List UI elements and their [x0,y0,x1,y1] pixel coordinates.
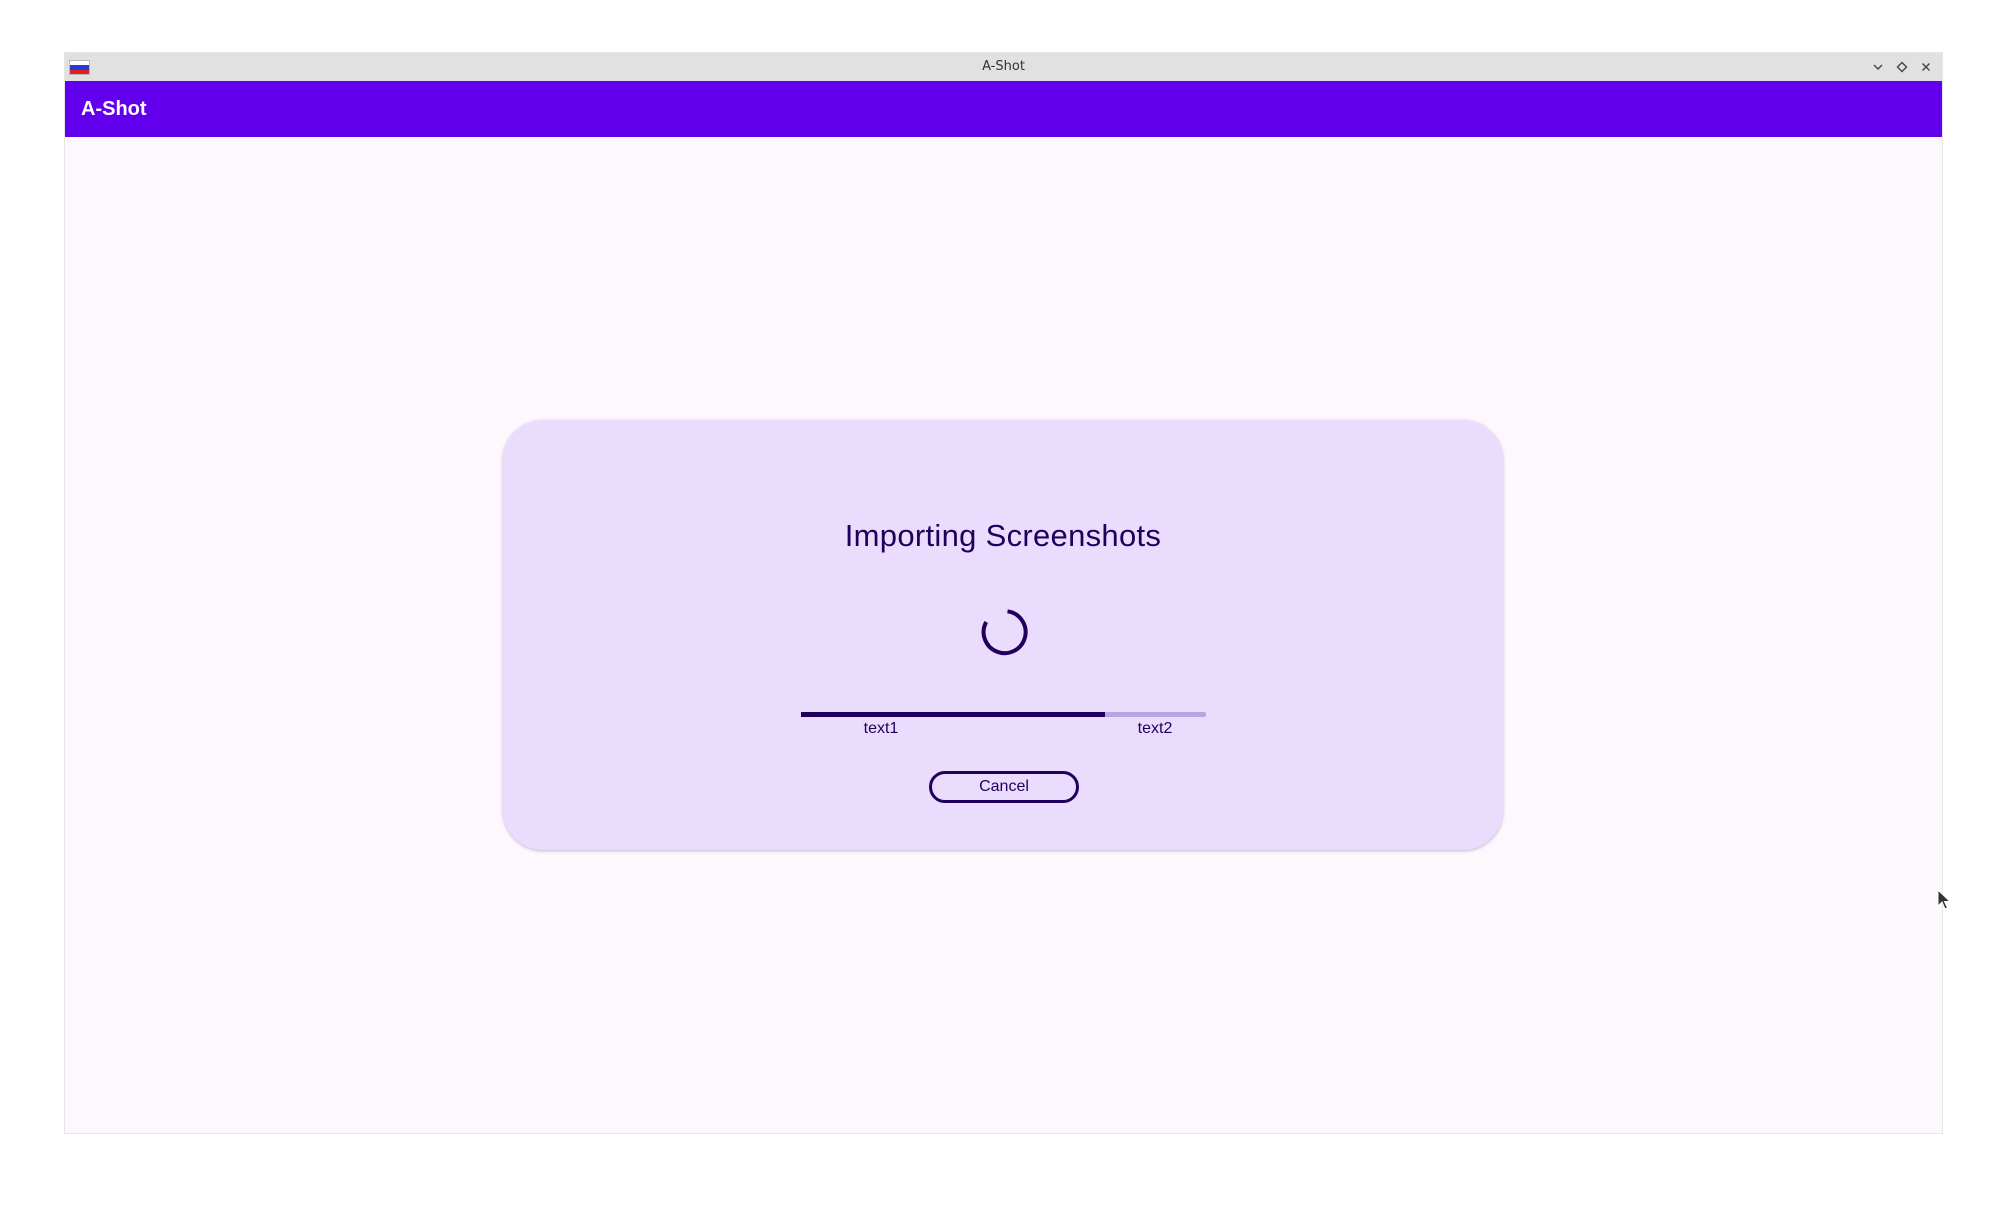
cancel-button[interactable]: Cancel [929,771,1079,803]
maximize-icon[interactable] [1892,57,1912,77]
app-window: A-Shot A-Shot Importing Screenshots text… [65,53,1942,1133]
progress-end-label: text2 [1137,720,1173,737]
window-titlebar[interactable]: A-Shot [65,53,1942,81]
progress-fill [801,712,1105,717]
app-title: A-Shot [81,98,147,120]
loading-spinner-icon [981,609,1028,656]
import-dialog-card: Importing Screenshots text1 text2 Cancel [503,420,1503,850]
window-controls [1868,53,1936,81]
close-icon[interactable] [1916,57,1936,77]
window-title: A-Shot [982,59,1025,74]
progress-start-label: text1 [863,720,899,737]
app-bar: A-Shot [65,81,1942,137]
dialog-title: Importing Screenshots [844,518,1162,553]
minimize-icon[interactable] [1868,57,1888,77]
mouse-cursor-icon [1937,889,1951,910]
import-progress-bar [801,712,1206,717]
